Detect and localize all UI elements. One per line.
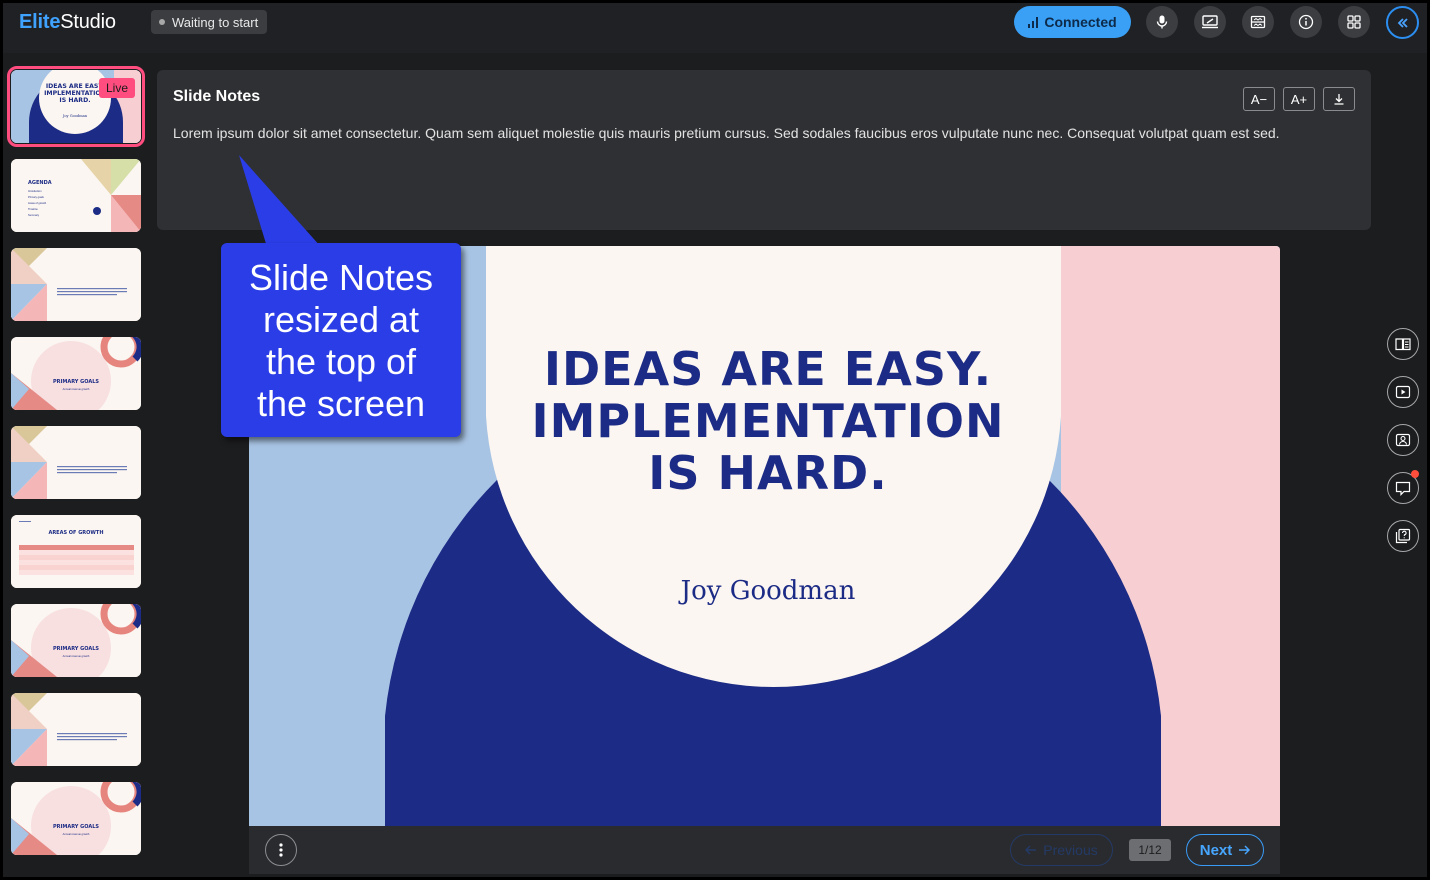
slide-controls: Previous 1/12 Next — [249, 826, 1280, 874]
thumb-title-line-1: IDEAS ARE EASY. — [46, 83, 104, 90]
next-label: Next — [1199, 841, 1233, 859]
slide-thumbnail-7[interactable]: PRIMARY GOALS Annual revenue growth — [11, 604, 141, 677]
layout-button[interactable] — [1242, 6, 1274, 38]
presenter-icon — [1395, 433, 1411, 447]
thumb-title-line-2: IMPLEMENTATION — [44, 90, 106, 97]
thumb-subtitle: Annual revenue growth — [63, 832, 90, 836]
top-bar: EliteStudio Waiting to start Connected — [3, 3, 1427, 53]
qa-button[interactable] — [1387, 520, 1419, 552]
more-options-button[interactable] — [265, 834, 297, 866]
app-logo: EliteStudio — [19, 11, 116, 33]
info-icon — [1298, 14, 1314, 30]
thumbnail-preview: PRIMARY GOALS Annual revenue growth — [11, 337, 141, 410]
thumb-subtitle: Annual revenue growth — [63, 654, 90, 658]
app-window: EliteStudio Waiting to start Connected I… — [3, 3, 1427, 877]
thumb-agenda-item: Primary goals — [28, 195, 45, 199]
media-button[interactable] — [1387, 376, 1419, 408]
status-dot-icon — [159, 19, 165, 25]
thumb-title: PRIMARY GOALS — [53, 646, 99, 652]
collapse-panel-button[interactable] — [1386, 6, 1419, 39]
slide-thumbnail-3[interactable] — [11, 248, 141, 321]
double-chevron-left-icon — [1397, 17, 1408, 28]
slide-thumbnail-6[interactable]: AREAS OF GROWTH — [11, 515, 141, 588]
thumb-subtitle: Annual revenue growth — [63, 387, 90, 391]
screen-share-button[interactable] — [1194, 6, 1226, 38]
thumbnail-preview: AREAS OF GROWTH — [11, 515, 141, 588]
arrow-right-icon — [1239, 845, 1251, 855]
status-label: Waiting to start — [172, 14, 259, 30]
decrease-font-button[interactable]: A− — [1243, 87, 1275, 111]
arrow-left-icon — [1025, 845, 1037, 855]
screen-share-icon — [1202, 15, 1218, 29]
presenter-view-button[interactable] — [1387, 424, 1419, 456]
signal-icon — [1028, 16, 1039, 28]
thumb-title: AGENDA — [28, 180, 52, 186]
apps-grid-icon — [1347, 15, 1361, 29]
microphone-icon — [1156, 15, 1168, 29]
layout-icon — [1250, 15, 1266, 29]
live-badge: Live — [98, 78, 135, 98]
thumb-agenda-item: Introduction — [28, 189, 42, 193]
connected-label: Connected — [1044, 14, 1117, 30]
play-video-icon — [1395, 385, 1411, 399]
annotation-text: Slide Notes resized at the top of the sc… — [248, 257, 434, 424]
notification-dot — [1411, 470, 1419, 478]
thumb-title: PRIMARY GOALS — [53, 379, 99, 385]
book-icon — [1395, 338, 1411, 351]
thumb-subtitle: Joy Goodman — [62, 114, 88, 118]
slide-thumbnail-1[interactable]: IDEAS ARE EASY. IMPLEMENTATION IS HARD. … — [7, 66, 145, 147]
thumbnail-preview — [11, 426, 141, 499]
slide-thumbnail-4[interactable]: PRIMARY GOALS Annual revenue growth — [11, 337, 141, 410]
thumb-title: PRIMARY GOALS — [53, 824, 99, 830]
slide-thumbnail-8[interactable] — [11, 693, 141, 766]
more-vertical-icon — [279, 843, 283, 857]
slide-notes-panel: Slide Notes A− A+ Lorem ipsum dolor sit … — [157, 70, 1371, 230]
question-cards-icon — [1395, 528, 1411, 544]
thumb-agenda-item: Summary — [28, 213, 40, 217]
chat-icon — [1395, 481, 1411, 496]
previous-label: Previous — [1043, 842, 1098, 858]
microphone-button[interactable] — [1146, 6, 1178, 38]
connected-button[interactable]: Connected — [1014, 6, 1131, 38]
chat-button[interactable] — [1387, 470, 1419, 504]
previous-slide-button[interactable]: Previous — [1010, 834, 1113, 866]
download-notes-button[interactable] — [1323, 87, 1355, 111]
page-indicator: 1/12 — [1129, 839, 1171, 861]
thumbnail-preview: PRIMARY GOALS Annual revenue growth — [11, 604, 141, 677]
session-status: Waiting to start — [151, 10, 268, 34]
thumbnail-preview: PRIMARY GOALS Annual revenue growth — [11, 782, 141, 855]
thumb-agenda-item: Areas of growth — [28, 201, 47, 205]
thumbnail-preview — [11, 248, 141, 321]
slide-notes-text[interactable]: Lorem ipsum dolor sit amet consectetur. … — [173, 125, 1280, 141]
thumbnail-preview — [11, 693, 141, 766]
slide-notes-title: Slide Notes — [173, 88, 261, 105]
slide-thumbnail-2[interactable]: AGENDA Introduction Primary goals Areas … — [11, 159, 141, 232]
slide-thumbnail-list: IDEAS ARE EASY. IMPLEMENTATION IS HARD. … — [3, 53, 153, 877]
annotation-callout: Slide Notes resized at the top of the sc… — [221, 243, 461, 437]
increase-font-button[interactable]: A+ — [1283, 87, 1315, 111]
thumb-title-line-3: IS HARD. — [59, 97, 90, 104]
callout-pointer — [239, 155, 320, 245]
apps-grid-button[interactable] — [1338, 6, 1370, 38]
thumbnail-preview: AGENDA Introduction Primary goals Areas … — [11, 159, 141, 232]
slide-thumbnail-5[interactable] — [11, 426, 141, 499]
notes-book-button[interactable] — [1387, 328, 1419, 360]
thumb-title: AREAS OF GROWTH — [48, 530, 103, 536]
next-slide-button[interactable]: Next — [1186, 834, 1264, 866]
info-button[interactable] — [1290, 6, 1322, 38]
download-icon — [1334, 94, 1344, 105]
thumb-agenda-item: Timeline — [28, 207, 38, 211]
slide-thumbnail-9[interactable]: PRIMARY GOALS Annual revenue growth — [11, 782, 141, 855]
slide-author: Joy Goodman — [680, 576, 856, 606]
